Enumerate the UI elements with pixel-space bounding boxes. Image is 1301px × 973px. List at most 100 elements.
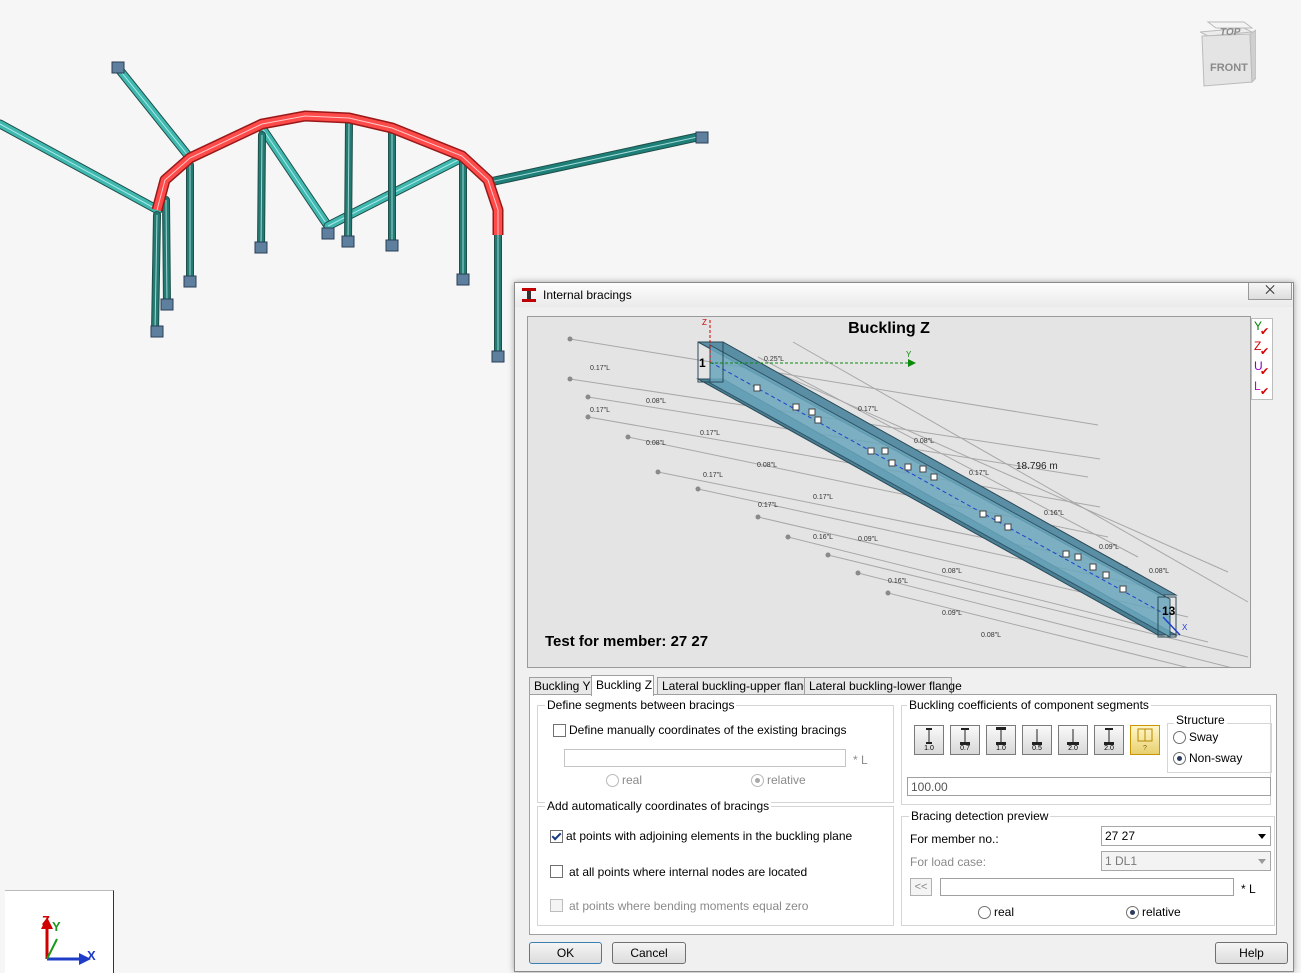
coef-button-user-defined[interactable]: ? bbox=[1130, 725, 1160, 755]
bending-zero-label: at points where bending moments equal ze… bbox=[569, 899, 809, 913]
support-1 bbox=[695, 131, 709, 144]
chevron-down-icon bbox=[1258, 859, 1266, 864]
coef-value: 1.0 bbox=[924, 745, 934, 752]
dialog-titlebar[interactable]: Internal bracings ⨉ bbox=[515, 283, 1293, 307]
bracing-marker-11 bbox=[994, 515, 1002, 523]
coefficients-group-title: Buckling coefficients of component segme… bbox=[907, 698, 1151, 712]
help-button[interactable]: Help bbox=[1215, 942, 1288, 964]
detection-relative-radio[interactable] bbox=[1126, 906, 1139, 919]
tab-panel-buckling-z: Define segments between bracings Define … bbox=[529, 694, 1277, 935]
tab-lateral-lower[interactable]: Lateral buckling-lower flange bbox=[804, 677, 962, 695]
coef-button-2-0-sway[interactable]: 2.0 bbox=[1094, 725, 1124, 755]
app-icon bbox=[522, 288, 538, 302]
bracing-marker-14 bbox=[1074, 553, 1082, 561]
coef-value: ? bbox=[1143, 745, 1147, 752]
coef-button-0-5[interactable]: 0.5 bbox=[1022, 725, 1052, 755]
dim-label-8: 0.17"L bbox=[813, 494, 833, 501]
dim-point-5 bbox=[655, 469, 661, 475]
segments-relative-radio[interactable] bbox=[751, 774, 764, 787]
tab-buckling-y[interactable]: Buckling Y bbox=[529, 677, 592, 695]
axis-y-text: Y bbox=[906, 350, 912, 359]
support-3 bbox=[160, 298, 174, 311]
ok-button[interactable]: OK bbox=[529, 942, 602, 964]
support-9 bbox=[456, 273, 470, 286]
view-cube-front-label[interactable]: FRONT bbox=[1210, 62, 1248, 74]
dim-label-right-3: 0.17"L bbox=[969, 470, 989, 477]
dim-label-right-4: 0.16"L bbox=[1044, 510, 1064, 517]
dim-label-5: 0.17"L bbox=[703, 472, 723, 479]
legend-u[interactable]: U ✔ bbox=[1252, 359, 1272, 379]
dim-point-2 bbox=[585, 394, 591, 400]
segments-real-radio[interactable] bbox=[606, 774, 619, 787]
node-start-label: 1 bbox=[699, 356, 706, 370]
dim-label-14: 0.08"L bbox=[981, 632, 1001, 639]
bracing-marker-12 bbox=[1004, 523, 1012, 531]
bracing-marker-8 bbox=[919, 465, 927, 473]
dim-point-7 bbox=[755, 514, 761, 520]
legend-z[interactable]: Z ✔ bbox=[1252, 339, 1272, 359]
beam-web bbox=[709, 344, 1171, 638]
bracing-marker-13 bbox=[1062, 550, 1070, 558]
coef-button-1-0-fixed[interactable]: 1.0 bbox=[986, 725, 1016, 755]
bracing-marker-2 bbox=[808, 408, 816, 416]
member-no-label: For member no.: bbox=[910, 832, 999, 846]
coef-button-1-0-pinned[interactable]: 1.0 bbox=[914, 725, 944, 755]
support-5 bbox=[254, 241, 268, 254]
sway-radio[interactable] bbox=[1173, 731, 1186, 744]
adjoining-elements-checkbox[interactable] bbox=[550, 830, 563, 843]
dim-point-10 bbox=[855, 570, 861, 576]
manual-coords-checkbox[interactable] bbox=[553, 724, 566, 737]
detection-unit: * L bbox=[1241, 882, 1256, 896]
coef-value: 0.7 bbox=[960, 745, 970, 752]
check-icon: ✔ bbox=[1260, 366, 1270, 378]
member-no-combo[interactable]: 27 27 bbox=[1101, 826, 1271, 846]
nonsway-radio[interactable] bbox=[1173, 752, 1186, 765]
internal-nodes-checkbox[interactable] bbox=[550, 865, 563, 878]
close-button[interactable]: ⨉ bbox=[1248, 283, 1292, 300]
bracing-marker-0 bbox=[753, 384, 761, 392]
check-icon: ✔ bbox=[1260, 346, 1270, 358]
dim-label-right-1: 0.17"L bbox=[858, 406, 878, 413]
segments-unit: * L bbox=[853, 753, 868, 767]
segments-relative-label: relative bbox=[767, 773, 806, 787]
dim-label-7: 0.17"L bbox=[758, 502, 778, 509]
coef-button-2-0-cantilever[interactable]: 2.0 bbox=[1058, 725, 1088, 755]
support-8 bbox=[385, 239, 399, 252]
view-cube-top-label[interactable]: TOP bbox=[1219, 27, 1241, 38]
dialog-title: Internal bracings bbox=[543, 288, 632, 302]
support-6 bbox=[321, 227, 335, 240]
coef-button-0-7[interactable]: 0.7 bbox=[950, 725, 980, 755]
dim-label-12: 0.08"L bbox=[942, 568, 962, 575]
legend-l[interactable]: L ✔ bbox=[1252, 379, 1272, 399]
segments-coords-input[interactable] bbox=[564, 749, 846, 767]
adjoining-elements-label: at points with adjoining elements in the… bbox=[566, 829, 853, 843]
check-icon: ✔ bbox=[1260, 386, 1270, 398]
dim-label-9: 0.16"L bbox=[813, 534, 833, 541]
member-diag-2-highlight bbox=[261, 127, 329, 227]
axis-x-text: X bbox=[1182, 623, 1188, 632]
coef-value: 2.0 bbox=[1068, 745, 1078, 752]
support-2 bbox=[150, 325, 164, 338]
detection-real-label: real bbox=[994, 905, 1015, 919]
dim-point-3 bbox=[585, 414, 591, 420]
legend-y[interactable]: Y ✔ bbox=[1252, 319, 1272, 339]
detection-coords-input[interactable] bbox=[940, 878, 1234, 896]
cancel-button[interactable]: Cancel bbox=[612, 942, 686, 964]
dim-label-right-5: 0.09"L bbox=[1099, 544, 1119, 551]
dim-label-2: 0.08"L bbox=[646, 398, 666, 405]
bending-zero-checkbox[interactable] bbox=[550, 899, 563, 912]
tab-buckling-z[interactable]: Buckling Z bbox=[591, 675, 654, 696]
back-button[interactable]: << bbox=[910, 878, 932, 896]
dim-point-8 bbox=[785, 534, 791, 540]
detection-relative-label: relative bbox=[1142, 905, 1181, 919]
view-cube[interactable]: TOP FRONT bbox=[1200, 18, 1256, 88]
dim-line-11 bbox=[887, 592, 1188, 667]
bracing-marker-17 bbox=[1119, 585, 1127, 593]
load-case-combo[interactable]: 1 DL1 bbox=[1101, 851, 1271, 871]
arch-outline bbox=[151, 110, 504, 235]
detection-real-radio[interactable] bbox=[978, 906, 991, 919]
coefficient-input[interactable]: 100.00 bbox=[907, 777, 1271, 796]
structure-group-title: Structure bbox=[1174, 713, 1227, 727]
bracing-marker-16 bbox=[1102, 571, 1110, 579]
tab-lateral-upper[interactable]: Lateral buckling-upper flange bbox=[657, 677, 817, 695]
